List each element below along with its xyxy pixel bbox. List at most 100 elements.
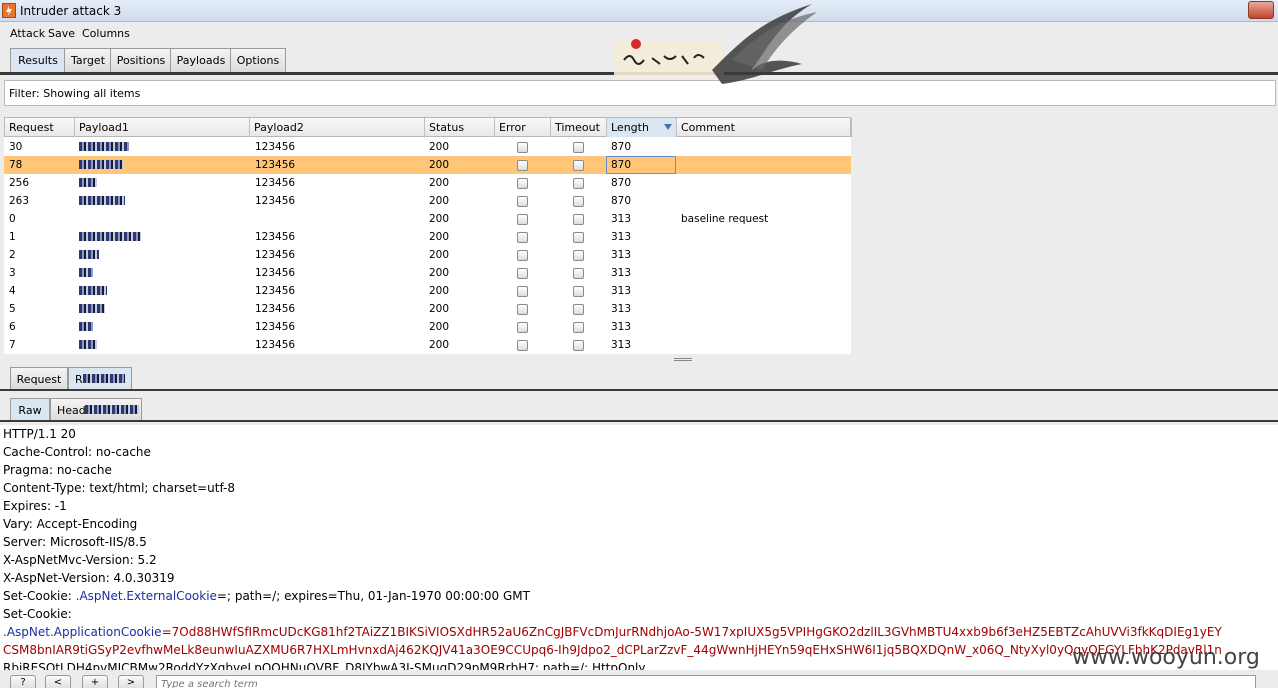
table-row[interactable]: 5 123456 200 313 — [4, 300, 851, 318]
cell-status: 200 — [429, 213, 450, 225]
cell-payload2: 123456 — [255, 321, 296, 333]
tab-headers[interactable]: Head — [50, 398, 142, 420]
table-row[interactable]: 263 123456 200 870 — [4, 192, 851, 210]
add-button[interactable]: + — [82, 675, 108, 688]
redacted-payload — [79, 322, 93, 331]
cell-length: 313 — [611, 285, 632, 297]
tab-positions[interactable]: Positions — [110, 48, 172, 72]
column-timeout[interactable]: Timeout — [551, 118, 607, 137]
error-checkbox — [517, 196, 528, 207]
cell-request: 0 — [9, 213, 16, 225]
redacted-payload — [79, 304, 105, 313]
table-row[interactable]: 4 123456 200 313 — [4, 282, 851, 300]
sort-descending-icon — [664, 124, 672, 130]
error-checkbox — [517, 268, 528, 279]
table-row[interactable]: 2 123456 200 313 — [4, 246, 851, 264]
tab-target[interactable]: Target — [64, 48, 112, 72]
error-checkbox — [517, 214, 528, 225]
cell-payload2: 123456 — [255, 177, 296, 189]
table-row[interactable]: 3 123456 200 313 — [4, 264, 851, 282]
tab-payloads[interactable]: Payloads — [170, 48, 232, 72]
cell-payload2: 123456 — [255, 141, 296, 153]
header-line: Vary: Accept-Encoding — [3, 517, 138, 531]
column-status[interactable]: Status — [425, 118, 495, 137]
table-row[interactable]: 7 123456 200 313 — [4, 336, 851, 354]
cell-length: 313 — [611, 303, 632, 315]
column-payload1[interactable]: Payload1 — [75, 118, 250, 137]
cell-status: 200 — [429, 321, 450, 333]
cell-status: 200 — [429, 249, 450, 261]
cell-request: 30 — [9, 141, 23, 153]
timeout-checkbox — [573, 286, 584, 297]
detail-tab-separator — [0, 389, 1278, 391]
watermark-text: www.wooyun.org — [1072, 645, 1260, 670]
tab-raw[interactable]: Raw — [10, 398, 50, 420]
table-row[interactable]: 6 123456 200 313 — [4, 318, 851, 336]
error-checkbox — [517, 160, 528, 171]
column-error[interactable]: Error — [495, 118, 551, 137]
column-request[interactable]: Request — [5, 118, 75, 137]
search-bar: ? < + > — [0, 672, 1278, 688]
error-checkbox — [517, 304, 528, 315]
table-row[interactable]: 30 123456 200 870 — [4, 138, 851, 156]
menu-columns[interactable]: Columns — [82, 27, 130, 40]
column-comment[interactable]: Comment — [677, 118, 852, 137]
cookie-value-line: CSM8bnIAR9tiGSyP2evfhwMeLk8eunwIuAZXMU6R… — [3, 643, 1222, 657]
results-table: Request Payload1 Payload2 Status Error T… — [4, 117, 852, 354]
filter-label: Filter: Showing all items — [9, 87, 141, 100]
table-row[interactable]: 78 123456 200 870 — [4, 156, 851, 174]
column-payload2[interactable]: Payload2 — [250, 118, 425, 137]
next-match-button[interactable]: > — [118, 675, 144, 688]
cookie-value: =7Od88HWfSfIRmcUDcKG81hf2TAiZZ1BIKSiVIOS… — [161, 625, 1222, 639]
header-line: Content-Type: text/html; charset=utf-8 — [3, 481, 236, 495]
column-length[interactable]: Length — [607, 118, 677, 137]
cell-request: 5 — [9, 303, 16, 315]
timeout-checkbox — [573, 142, 584, 153]
window-close-button[interactable] — [1248, 1, 1274, 19]
menu-save[interactable]: Save — [48, 27, 75, 40]
timeout-checkbox — [573, 340, 584, 351]
header-line: Pragma: no-cache — [3, 463, 112, 477]
error-checkbox — [517, 142, 528, 153]
cell-payload2: 123456 — [255, 159, 296, 171]
cell-length: 313 — [611, 249, 632, 261]
focused-cell — [606, 156, 676, 174]
header-line: X-AspNet-Version: 4.0.30319 — [3, 571, 175, 585]
previous-match-button[interactable]: < — [45, 675, 71, 688]
table-row[interactable]: 0 200 313 baseline request — [4, 210, 851, 228]
cell-request: 4 — [9, 285, 16, 297]
redacted-payload — [79, 340, 97, 349]
set-cookie-line: Set-Cookie: .AspNet.ExternalCookie=; pat… — [3, 589, 530, 603]
header-line: Server: Microsoft-IIS/8.5 — [3, 535, 147, 549]
tab-results[interactable]: Results — [10, 48, 66, 72]
search-field[interactable] — [156, 675, 1256, 688]
table-row[interactable]: 1 123456 200 313 — [4, 228, 851, 246]
header-line: Expires: -1 — [3, 499, 67, 513]
cookie-name: .AspNet.ExternalCookie — [75, 589, 217, 603]
redacted-payload — [79, 160, 123, 169]
cell-length: 870 — [611, 177, 632, 189]
cell-length: 313 — [611, 267, 632, 279]
search-input[interactable] — [157, 676, 1255, 688]
cell-payload2: 123456 — [255, 339, 296, 351]
cell-status: 200 — [429, 231, 450, 243]
help-button[interactable]: ? — [10, 675, 36, 688]
redacted-label — [83, 374, 125, 383]
cell-length: 313 — [611, 339, 632, 351]
timeout-checkbox — [573, 250, 584, 261]
table-row[interactable]: 256 123456 200 870 — [4, 174, 851, 192]
pane-splitter-handle[interactable] — [674, 358, 692, 361]
cell-length: 313 — [611, 231, 632, 243]
menu-attack[interactable]: Attack — [10, 27, 45, 40]
tab-response[interactable]: R — [68, 367, 132, 389]
raw-response-viewer[interactable]: HTTP/1.1 20 Cache-Control: no-cache Prag… — [0, 425, 1278, 670]
timeout-checkbox — [573, 232, 584, 243]
header-line: Cache-Control: no-cache — [3, 445, 151, 459]
tab-options[interactable]: Options — [230, 48, 286, 72]
cell-status: 200 — [429, 285, 450, 297]
tab-request[interactable]: Request — [10, 367, 68, 389]
cell-request: 256 — [9, 177, 30, 189]
cell-payload2: 123456 — [255, 285, 296, 297]
cell-length: 313 — [611, 321, 632, 333]
cookie-value-line: RbiRESOtLDH4pvMICBMw2RoddYzXqbveLpOQHNuQ… — [3, 661, 646, 670]
